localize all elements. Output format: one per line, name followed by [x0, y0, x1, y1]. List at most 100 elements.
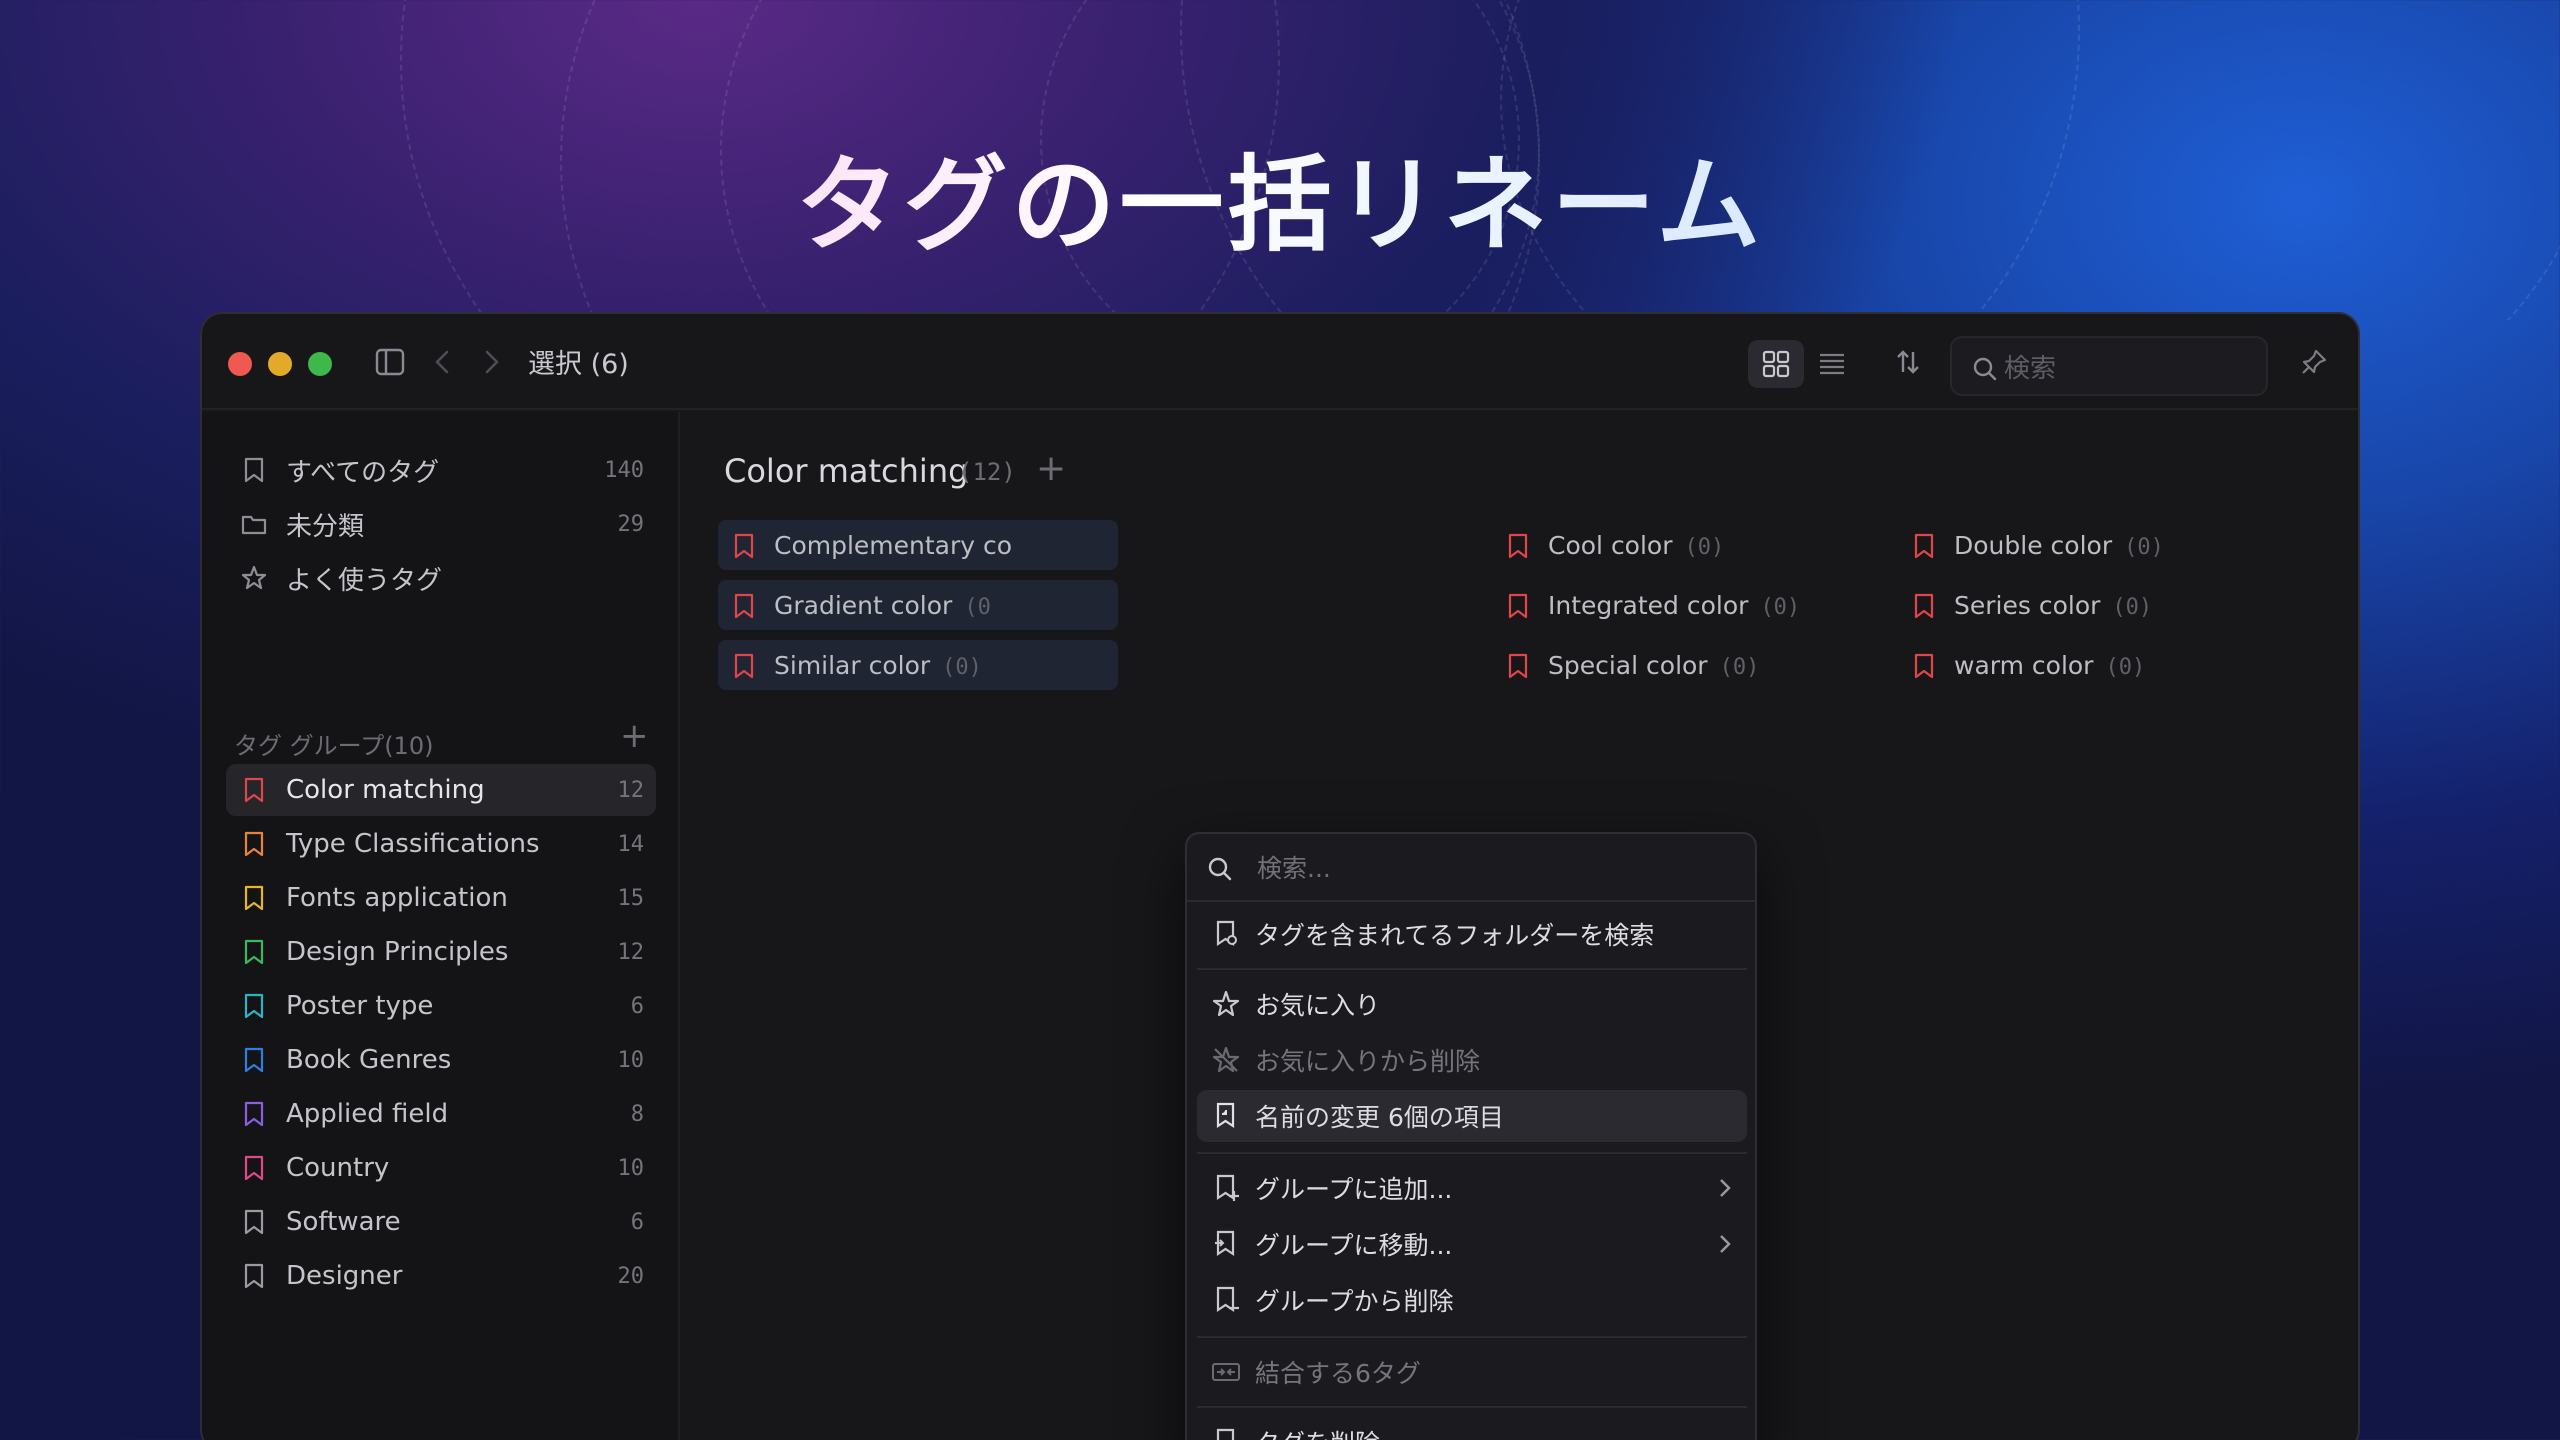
tag-count: (0)	[2105, 654, 2146, 680]
view-switch	[1748, 340, 1872, 388]
star-icon	[1212, 990, 1240, 1017]
search-icon	[1973, 357, 1997, 381]
sidebar-group-item[interactable]: Type Classifications 14	[226, 818, 656, 870]
tag-item[interactable]: Cool color (0)	[1492, 520, 1872, 570]
menu-item-add-to-group[interactable]: グループに追加...	[1197, 1162, 1747, 1214]
sidebar-group-item[interactable]: Designer 20	[226, 1250, 656, 1302]
sidebar-group-label: Software	[286, 1207, 401, 1237]
sidebar-group-count: 6	[630, 993, 644, 1019]
sidebar-group-label: Color matching	[286, 775, 485, 805]
sidebar-group-count: 6	[630, 1209, 644, 1235]
menu-item-label: 名前の変更 6個の項目	[1255, 1103, 1504, 1132]
sidebar-group-count: 20	[617, 1263, 645, 1289]
forward-icon[interactable]	[472, 342, 512, 382]
sidebar-toggle-icon[interactable]	[370, 342, 410, 382]
pin-icon[interactable]	[2294, 342, 2334, 382]
sidebar-group-label: Type Classifications	[286, 829, 540, 859]
tag-count: (0)	[2124, 534, 2164, 560]
tag-name: Series color	[1954, 590, 2101, 620]
tag-name: Integrated color	[1548, 590, 1749, 620]
tag-item[interactable]: Double color (0)	[1898, 520, 2278, 570]
menu-item-remove-from-group[interactable]: グループから削除	[1197, 1274, 1747, 1326]
sidebar-item-label: よく使うタグ	[286, 565, 443, 596]
tag-label: Cool color (0)	[1548, 531, 1724, 560]
back-icon[interactable]	[422, 342, 462, 382]
group-move-icon	[1215, 1230, 1235, 1257]
bookmark-icon	[734, 593, 754, 619]
sidebar-group-label: Fonts application	[286, 883, 508, 913]
tag-item[interactable]: Series color (0)	[1898, 580, 2278, 630]
star-off-icon	[1212, 1046, 1240, 1073]
menu-item-delete-tags[interactable]: タグを削除	[1197, 1416, 1747, 1440]
tag-item[interactable]: Integrated color (0)	[1492, 580, 1872, 630]
tag-count: (0	[964, 594, 991, 620]
tag-label: Special color (0)	[1548, 651, 1759, 680]
menu-item-merge-tags: 結合する6タグ	[1197, 1346, 1747, 1398]
tag-label: Series color (0)	[1954, 591, 2152, 620]
sidebar-group-item[interactable]: Book Genres 10	[226, 1034, 656, 1086]
tag-label: Gradient color (0	[774, 591, 991, 620]
sidebar-group-item[interactable]: Country 10	[226, 1142, 656, 1194]
group-remove-icon	[1216, 1286, 1239, 1313]
sidebar-item-label: すべてのタグ	[286, 457, 440, 488]
sort-icon[interactable]	[1888, 342, 1928, 382]
tag-label: warm color (0)	[1954, 651, 2145, 680]
context-menu: 検索... タグを含まれてるフォルダーを検索 お気に入り お気に入りから削除 名…	[1185, 832, 1757, 1440]
sidebar-group-item[interactable]: Design Principles 12	[226, 926, 656, 978]
add-tag-button[interactable]: +	[1036, 448, 1066, 489]
sidebar-group-item[interactable]: Applied field 8	[226, 1088, 656, 1140]
sidebar-group-item[interactable]: Color matching 12	[226, 764, 656, 816]
menu-item-label: お気に入りから削除	[1255, 1047, 1481, 1076]
menu-item-rename[interactable]: 名前の変更 6個の項目	[1197, 1090, 1747, 1142]
menu-item-label: 結合する6タグ	[1255, 1359, 1421, 1388]
sidebar-group-count: 8	[630, 1101, 644, 1127]
tag-count: (0)	[1719, 654, 1760, 680]
minimize-window-button[interactable]	[268, 352, 292, 376]
tag-item[interactable]: Similar color (0)	[718, 640, 1118, 690]
tag-group-header: タグ グループ(10)	[234, 732, 434, 760]
tag-label: Integrated color (0)	[1548, 591, 1800, 620]
sidebar-group-label: Designer	[286, 1261, 403, 1291]
add-group-button[interactable]: +	[620, 716, 649, 756]
sidebar-group-item[interactable]: Poster type 6	[226, 980, 656, 1032]
sidebar-item-favorite-tags[interactable]: よく使うタグ	[226, 552, 656, 604]
bookmark-icon	[734, 533, 754, 559]
menu-item-favorite[interactable]: お気に入り	[1197, 978, 1747, 1030]
tag-item[interactable]: Special color (0)	[1492, 640, 1872, 690]
tag-delete-icon	[1216, 1428, 1235, 1440]
tag-name: Double color	[1954, 530, 2113, 560]
search-input[interactable]: 検索	[1950, 336, 2268, 396]
sidebar-item-count: 29	[617, 511, 645, 537]
bookmark-icon	[244, 1263, 264, 1289]
tag-name: Cool color	[1548, 530, 1673, 560]
bookmark-icon	[1508, 533, 1528, 559]
sidebar-group-label: Book Genres	[286, 1045, 452, 1075]
sidebar-item-all-tags[interactable]: すべてのタグ 140	[226, 444, 656, 496]
sidebar-item-count: 140	[604, 457, 644, 483]
merge-icon	[1212, 1363, 1240, 1381]
list-view-icon[interactable]	[1804, 340, 1860, 388]
menu-item-search-folders[interactable]: タグを含まれてるフォルダーを検索	[1197, 908, 1747, 960]
tag-item[interactable]: Gradient color (0	[718, 580, 1118, 630]
sidebar-group-item[interactable]: Software 6	[226, 1196, 656, 1248]
tag-name: warm color	[1954, 650, 2094, 680]
tag-label: Complementary co	[774, 531, 1024, 560]
tag-count: (0)	[1760, 594, 1801, 620]
rename-icon	[1216, 1102, 1235, 1129]
folder-search-icon	[1216, 920, 1237, 947]
bookmark-icon	[244, 1047, 264, 1073]
sidebar-item-uncategorized[interactable]: 未分類 29	[226, 498, 656, 550]
tag-item[interactable]: warm color (0)	[1898, 640, 2278, 690]
group-title: Color matching	[724, 452, 969, 490]
menu-separator	[1197, 1336, 1747, 1338]
tag-name: Special color	[1548, 650, 1708, 680]
sidebar-group-item[interactable]: Fonts application 15	[226, 872, 656, 924]
close-window-button[interactable]	[228, 352, 252, 376]
zoom-window-button[interactable]	[308, 352, 332, 376]
tag-item[interactable]: Complementary co	[718, 520, 1118, 570]
menu-search-input[interactable]: 検索...	[1187, 834, 1755, 902]
menu-item-move-to-group[interactable]: グループに移動...	[1197, 1218, 1747, 1270]
grid-view-icon[interactable]	[1748, 340, 1804, 388]
titlebar: 選択 (6) 検索	[202, 314, 2358, 410]
menu-item-label: グループに追加...	[1255, 1175, 1453, 1204]
